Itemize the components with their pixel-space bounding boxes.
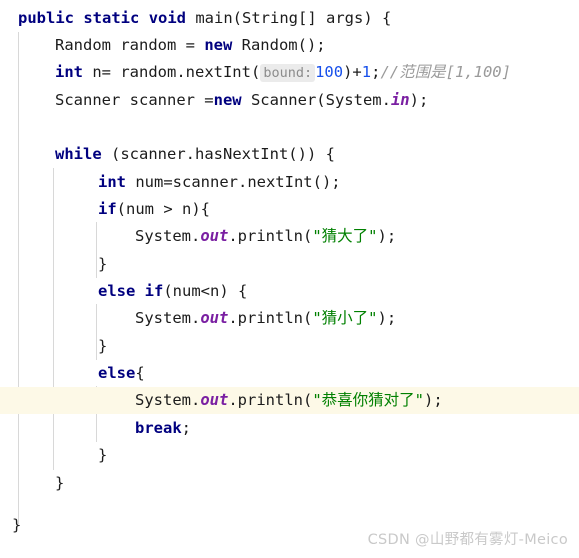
code-token-plain: n= random.nextInt( <box>83 63 261 81</box>
code-token-plain: ); <box>409 91 429 109</box>
code-token-num: 100 <box>315 63 344 81</box>
watermark-label: CSDN @山野都有雾灯-Meico <box>367 532 568 548</box>
code-line[interactable]: while (scanner.hasNextInt()) { <box>0 141 335 168</box>
code-token-plain: (num<n) { <box>163 282 248 300</box>
code-token-plain: .println( <box>228 309 313 327</box>
code-token-plain: (scanner.hasNextInt()) { <box>101 145 335 163</box>
code-token-field: out <box>200 227 229 245</box>
code-token-cmt: //范围是[1,100] <box>380 63 511 81</box>
code-token-kw: if <box>98 200 117 218</box>
code-token-hint: bound: <box>260 64 316 82</box>
code-token-plain: { <box>135 364 145 382</box>
code-line[interactable]: } <box>0 251 107 278</box>
code-token-brace: } <box>98 255 108 273</box>
code-line[interactable]: } <box>0 333 107 360</box>
code-line[interactable] <box>0 114 55 141</box>
code-token-plain: ); <box>377 309 397 327</box>
code-token-plain: ; <box>181 419 192 437</box>
code-token-brace: } <box>55 474 65 492</box>
code-line[interactable]: } <box>0 512 21 539</box>
code-line[interactable]: } <box>0 470 64 497</box>
code-token-kw: if <box>144 282 164 300</box>
code-token-kw: public <box>18 9 74 27</box>
code-line[interactable]: else if(num<n) { <box>0 278 247 305</box>
code-token-kw: void <box>148 9 187 27</box>
code-token-kw: new <box>213 91 242 109</box>
code-token-plain: Random(); <box>232 36 326 54</box>
code-token-kw: else <box>98 282 136 300</box>
code-line[interactable]: int num=scanner.nextInt(); <box>0 169 341 196</box>
code-line[interactable]: Random random = new Random(); <box>0 32 326 59</box>
code-token-plain: System. <box>135 227 201 245</box>
code-line[interactable]: Scanner scanner =new Scanner(System.in); <box>0 87 428 114</box>
code-token-kw: else <box>98 364 136 382</box>
code-token-field: out <box>200 309 229 327</box>
code-editor[interactable]: public static void main(String[] args) {… <box>0 0 579 558</box>
code-token-plain: System. <box>135 391 201 409</box>
code-token-plain: main(String[] args) { <box>186 9 392 27</box>
code-token-num: 1 <box>361 63 372 81</box>
code-token-str: "恭喜你猜对了" <box>312 391 424 409</box>
code-token-plain: Scanner scanner = <box>55 91 214 109</box>
code-token-brace: } <box>12 516 22 534</box>
code-line[interactable]: int n= random.nextInt(bound: 100)+1;//范围是… <box>0 59 511 86</box>
code-token-plain: ); <box>424 391 443 409</box>
code-token-kw: int <box>98 173 126 191</box>
code-token-kw: static <box>83 9 140 27</box>
code-token-plain: .println( <box>228 391 313 409</box>
code-token-plain: Random random = <box>55 36 205 54</box>
code-token-plain: .println( <box>228 227 313 245</box>
code-line[interactable]: System.out.println("猜小了"); <box>0 305 396 332</box>
code-line[interactable]: } <box>0 442 107 469</box>
code-token-field: in <box>390 91 410 109</box>
code-token-plain: Scanner(System. <box>241 91 391 109</box>
code-token-plain: (num > n){ <box>116 200 210 218</box>
code-token-plain: )+ <box>343 63 362 81</box>
code-token-plain: System. <box>135 309 201 327</box>
code-line[interactable]: System.out.println("猜大了"); <box>0 223 396 250</box>
code-token-kw: break <box>135 419 182 437</box>
code-token-str: "猜大了" <box>312 227 378 245</box>
code-token-plain: num=scanner.nextInt(); <box>126 173 341 191</box>
code-token-kw: int <box>55 63 83 81</box>
code-token-plain: ); <box>377 227 397 245</box>
code-token-kw: while <box>55 145 102 163</box>
code-token-brace: } <box>98 446 108 464</box>
code-token-field: out <box>200 391 229 409</box>
code-line[interactable]: System.out.println("恭喜你猜对了"); <box>0 387 443 414</box>
code-line[interactable]: if(num > n){ <box>0 196 210 223</box>
code-token-str: "猜小了" <box>312 309 378 327</box>
code-line[interactable]: else{ <box>0 360 145 387</box>
code-line[interactable]: break; <box>0 415 191 442</box>
code-line[interactable]: public static void main(String[] args) { <box>0 5 391 32</box>
code-token-brace: } <box>98 337 108 355</box>
code-token-kw: new <box>204 36 233 54</box>
